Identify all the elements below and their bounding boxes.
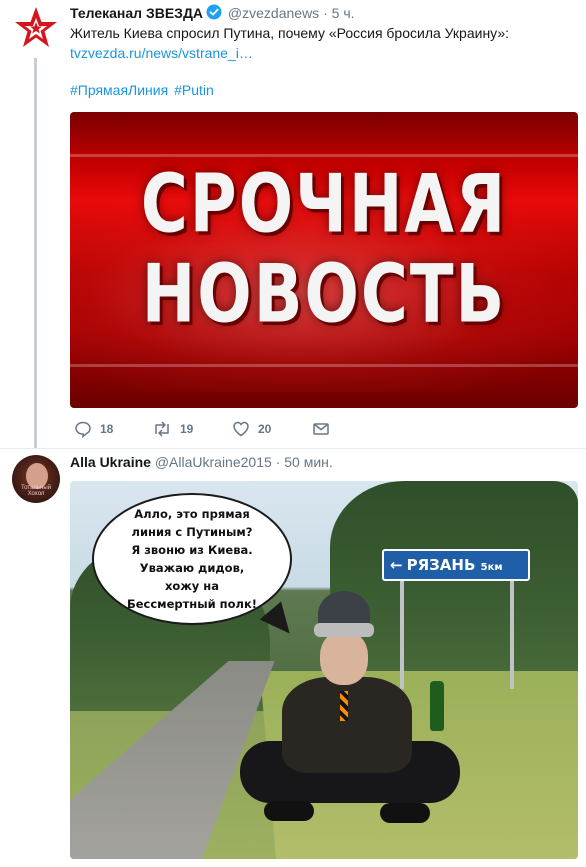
- tweet-media-image[interactable]: ← РЯЗАНЬ 5км Алло, это прямая линия с Пут…: [70, 481, 578, 859]
- author-name[interactable]: Alla Ukraine: [70, 454, 151, 470]
- road-sign-distance: 5км: [480, 562, 503, 573]
- bubble-line: хожу на: [165, 579, 219, 593]
- figure-hat-band: [314, 623, 374, 637]
- hashtag-link[interactable]: #ПрямаяЛиния: [70, 82, 168, 98]
- tweet-alla-ukraine[interactable]: Тотальный Хохол Alla Ukraine @AllaUkrain…: [0, 448, 586, 867]
- figure-shoe: [380, 803, 430, 823]
- media-headline-line2: НОВОСТЬ: [141, 248, 507, 342]
- verified-badge-icon: [206, 4, 222, 24]
- avatar-watermark: Тотальный Хохол: [20, 485, 52, 497]
- direct-message-button[interactable]: [312, 420, 330, 438]
- author-handle[interactable]: @zvezdanews: [228, 5, 319, 21]
- separator-dot: ·: [275, 454, 281, 470]
- retweet-button[interactable]: 19: [152, 420, 193, 438]
- envelope-icon: [313, 423, 329, 435]
- tweet-link[interactable]: tvzvezda.ru/news/vstrane_i…: [70, 45, 253, 61]
- tweet-body-text: Житель Киева спросил Путина, почему «Рос…: [70, 25, 510, 41]
- tweet-header: Телеканал ЗВЕЗДА @zvezdanews · 5 ч.: [70, 4, 355, 24]
- media-stripe: [70, 154, 578, 157]
- heart-icon: [233, 421, 249, 437]
- like-count: 20: [258, 422, 272, 436]
- reply-icon: [75, 421, 91, 438]
- hashtag-list: #ПрямаяЛиния #Putin: [70, 82, 216, 98]
- retweet-icon: [155, 421, 169, 437]
- media-stripe: [70, 364, 578, 367]
- tweet-text: Житель Киева спросил Путина, почему «Рос…: [70, 23, 570, 63]
- speech-bubble-text: Алло, это прямая линия с Путиным? Я звон…: [92, 505, 292, 613]
- hashtag-link[interactable]: #Putin: [174, 82, 214, 98]
- bubble-line: Бессмертный полк!: [126, 597, 258, 611]
- retweet-count: 19: [180, 422, 194, 436]
- red-star-logo-icon: [15, 7, 57, 47]
- tweet-zvezda[interactable]: Телеканал ЗВЕЗДА @zvezdanews · 5 ч. Жите…: [0, 0, 586, 448]
- like-button[interactable]: 20: [232, 420, 271, 438]
- tweet-timestamp[interactable]: 50 мин.: [284, 454, 333, 470]
- figure-shoe: [264, 801, 314, 821]
- squatting-man-figure: [230, 591, 470, 859]
- bubble-line: Я звоню из Киева.: [131, 543, 253, 557]
- author-avatar[interactable]: [12, 4, 60, 52]
- road-sign: ← РЯЗАНЬ 5км: [382, 549, 530, 581]
- tweet-media-image[interactable]: СРОЧНАЯ НОВОСТЬ: [70, 112, 578, 408]
- author-name[interactable]: Телеканал ЗВЕЗДА: [70, 5, 203, 21]
- bubble-line: Уважаю дидов,: [139, 561, 245, 575]
- sign-post: [510, 579, 514, 689]
- media-headline-line1: СРОЧНАЯ: [140, 158, 508, 252]
- reply-button[interactable]: 18: [74, 420, 113, 438]
- separator-dot: ·: [323, 5, 328, 21]
- st-george-ribbon: [340, 691, 348, 721]
- thread-connector-line: [34, 58, 37, 448]
- tweet-timestamp[interactable]: 5 ч.: [332, 5, 355, 21]
- bottle: [430, 681, 444, 731]
- tweet-header: Alla Ukraine @AllaUkraine2015 · 50 мин.: [70, 453, 333, 471]
- left-arrow-icon: ←: [390, 556, 403, 574]
- road-sign-city: РЯЗАНЬ: [406, 556, 476, 574]
- author-avatar[interactable]: Тотальный Хохол: [12, 455, 60, 503]
- bubble-line: Алло, это прямая: [134, 507, 250, 521]
- reply-count: 18: [100, 422, 114, 436]
- bubble-line: линия с Путиным?: [131, 525, 253, 539]
- figure-head: [320, 631, 368, 685]
- author-handle[interactable]: @AllaUkraine2015: [155, 454, 272, 470]
